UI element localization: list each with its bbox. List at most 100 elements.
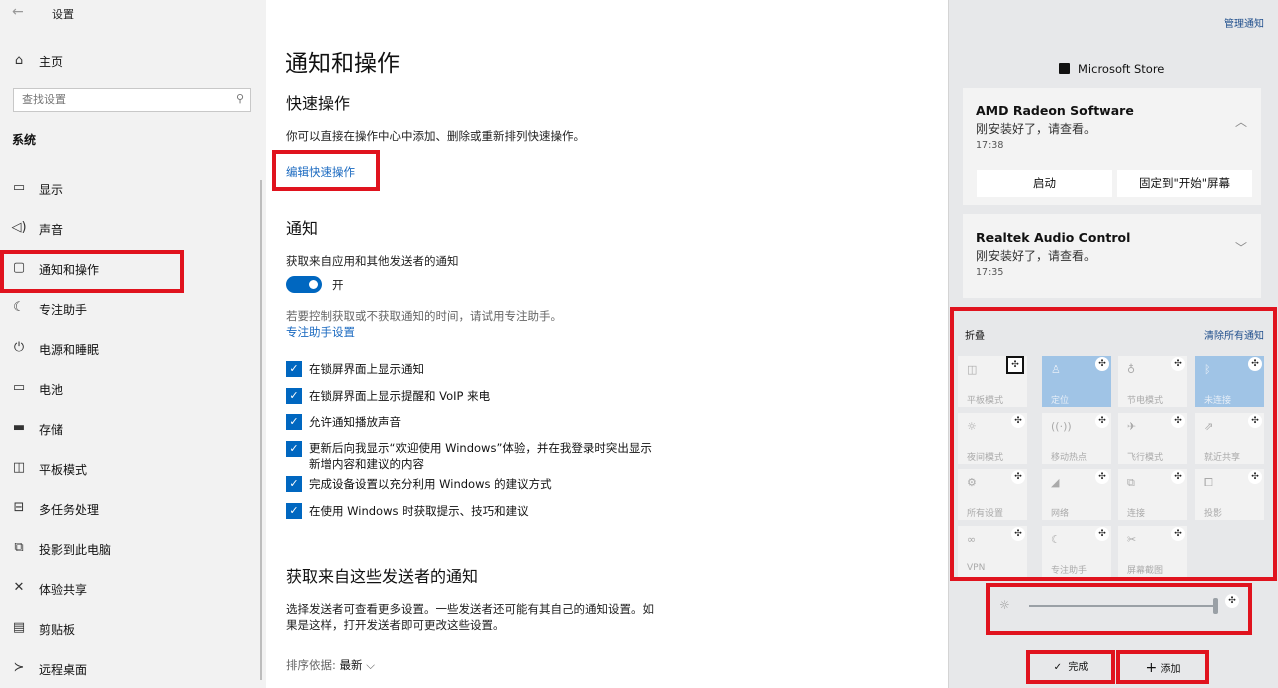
- notification-card-realtek[interactable]: Realtek Audio Control 刚安装好了，请查看。 17:35 ﹀: [963, 214, 1261, 298]
- unpin-icon[interactable]: ✣: [1248, 357, 1262, 371]
- tile-location[interactable]: ♙ 定位 ✣: [1042, 356, 1111, 407]
- tile-project[interactable]: ⧠ 投影 ✣: [1195, 469, 1264, 520]
- card-time: 17:35: [976, 267, 1004, 278]
- search-input[interactable]: [22, 93, 222, 106]
- add-button[interactable]: + 添加: [1121, 656, 1205, 680]
- toggle-state-label: 开: [332, 278, 344, 292]
- pin-to-start-button[interactable]: 固定到"开始"屏幕: [1117, 170, 1252, 197]
- unpin-icon[interactable]: ✣: [1095, 414, 1109, 428]
- tile-bluetooth[interactable]: ᛒ 未连接 ✣: [1195, 356, 1264, 407]
- sidebar-item-share[interactable]: ✕ 体验共享: [0, 568, 260, 608]
- checkbox-reminders[interactable]: ✓: [286, 388, 302, 404]
- tile-network[interactable]: ◢ 网络 ✣: [1042, 469, 1111, 520]
- action-center: 管理通知 Microsoft Store AMD Radeon Software…: [948, 0, 1278, 688]
- sidebar-item-label: 平板模式: [39, 463, 88, 477]
- tile-all-settings[interactable]: ⚙ 所有设置 ✣: [958, 469, 1027, 520]
- tile-focus-assist[interactable]: ☾ 专注助手 ✣: [1042, 526, 1111, 577]
- tile-label: 未连接: [1204, 396, 1232, 406]
- unpin-icon[interactable]: ✣: [1171, 527, 1185, 541]
- sidebar-item-project[interactable]: ⧉ 投影到此电脑: [0, 528, 260, 568]
- tile-battery-saver[interactable]: ♁ 节电模式 ✣: [1118, 356, 1187, 407]
- unpin-icon[interactable]: ✣: [1171, 470, 1185, 484]
- tile-vpn[interactable]: ∞ VPN ✣: [958, 526, 1027, 577]
- notifications-toggle[interactable]: [286, 276, 322, 293]
- tile-hotspot[interactable]: ((·)) 移动热点 ✣: [1042, 413, 1111, 464]
- tile-airplane-mode[interactable]: ✈ 飞行模式 ✣: [1118, 413, 1187, 464]
- sidebar-item-storage[interactable]: ▬ 存储: [0, 408, 260, 448]
- connect-icon: ⧉: [1127, 476, 1135, 489]
- store-icon: [1059, 63, 1070, 74]
- home-icon: ⌂: [14, 53, 24, 68]
- hotspot-icon: ((·)): [1051, 420, 1072, 433]
- checkbox-setup[interactable]: ✓: [286, 476, 302, 492]
- launch-button[interactable]: 启动: [977, 170, 1112, 197]
- unpin-icon[interactable]: ✣: [1095, 357, 1109, 371]
- sidebar-item-tablet[interactable]: ◫ 平板模式: [0, 448, 260, 488]
- unpin-icon[interactable]: ✣: [1171, 357, 1185, 371]
- focus-hint: 若要控制获取或不获取通知的时间，请试用专注助手。: [286, 309, 562, 323]
- done-button[interactable]: ✓ 完成: [1035, 656, 1107, 680]
- search-icon[interactable]: ⚲: [236, 92, 244, 105]
- unpin-icon[interactable]: ✣: [1248, 470, 1262, 484]
- tile-screenshot[interactable]: ✂ 屏幕截图 ✣: [1118, 526, 1187, 577]
- unpin-icon[interactable]: ✣: [1006, 356, 1024, 374]
- sidebar-item-battery[interactable]: ▭ 电池: [0, 368, 260, 408]
- multitask-icon: ⊟: [13, 500, 25, 515]
- search-box[interactable]: ⚲: [13, 88, 251, 112]
- slider-track[interactable]: [1029, 605, 1217, 607]
- unpin-icon[interactable]: ✣: [1011, 470, 1025, 484]
- checkbox-tips[interactable]: ✓: [286, 503, 302, 519]
- collapse-link[interactable]: 折叠: [965, 327, 985, 342]
- sidebar-item-notifications[interactable]: ▢ 通知和操作: [0, 248, 260, 288]
- manage-notifications-link[interactable]: 管理通知: [1224, 15, 1264, 30]
- title-bar: ← 设置: [0, 0, 266, 28]
- checkbox-lock-screen[interactable]: ✓: [286, 361, 302, 377]
- edit-quick-actions-link[interactable]: 编辑快速操作: [286, 164, 355, 180]
- tile-connect[interactable]: ⧉ 连接 ✣: [1118, 469, 1187, 520]
- chevron-up-icon[interactable]: ︿: [1235, 113, 1247, 130]
- tile-night-light[interactable]: ☼ 夜间模式 ✣: [958, 413, 1027, 464]
- tile-label: 移动热点: [1051, 453, 1088, 463]
- unpin-icon[interactable]: ✣: [1225, 594, 1239, 608]
- sidebar-item-label: 多任务处理: [39, 503, 100, 517]
- sidebar-item-display[interactable]: ▭ 显示: [0, 168, 260, 208]
- nav-home[interactable]: ⌂ 主页: [0, 48, 266, 74]
- plus-icon: +: [1145, 660, 1158, 676]
- notifications-heading: 通知: [286, 219, 319, 238]
- sidebar-item-power[interactable]: ⏻ 电源和睡眠: [0, 328, 260, 368]
- unpin-icon[interactable]: ✣: [1011, 527, 1025, 541]
- unpin-icon[interactable]: ✣: [1011, 414, 1025, 428]
- chevron-down-icon: ⌵: [366, 658, 375, 672]
- tile-nearby-share[interactable]: ⇗ 就近共享 ✣: [1195, 413, 1264, 464]
- slider-thumb[interactable]: [1213, 598, 1218, 614]
- sidebar-scrollbar[interactable]: [260, 180, 262, 680]
- checkbox-sound[interactable]: ✓: [286, 414, 302, 430]
- sidebar-item-remote[interactable]: ≻ 远程桌面: [0, 648, 260, 688]
- tile-label: VPN: [967, 563, 986, 573]
- focus-assist-link[interactable]: 专注助手设置: [286, 324, 355, 340]
- sidebar-item-multitask[interactable]: ⊟ 多任务处理: [0, 488, 260, 528]
- card-time: 17:38: [976, 140, 1004, 151]
- sidebar-item-clipboard[interactable]: ▤ 剪贴板: [0, 608, 260, 648]
- unpin-icon[interactable]: ✣: [1095, 470, 1109, 484]
- clear-all-link[interactable]: 清除所有通知: [1204, 327, 1264, 342]
- settings-sidebar: ← 设置 ⌂ 主页 ⚲ 系统 ▭ 显示 ◁) 声音 ▢ 通知和操作 ☾ 专注助手…: [0, 0, 266, 688]
- checkbox-welcome[interactable]: ✓: [286, 441, 302, 457]
- unpin-icon[interactable]: ✣: [1171, 414, 1185, 428]
- card-subtitle: 刚安装好了，请查看。: [976, 122, 1097, 136]
- unpin-icon[interactable]: ✣: [1248, 414, 1262, 428]
- tablet-icon: ◫: [967, 363, 978, 376]
- checkbox-label: 在锁屏界面上显示提醒和 VoIP 来电: [309, 389, 491, 403]
- tile-tablet-mode[interactable]: ◫ 平板模式 ✣: [958, 356, 1027, 407]
- sidebar-item-sound[interactable]: ◁) 声音: [0, 208, 260, 248]
- back-arrow-icon[interactable]: ←: [12, 4, 24, 20]
- unpin-icon[interactable]: ✣: [1095, 527, 1109, 541]
- tile-label: 定位: [1051, 396, 1070, 406]
- sort-dropdown[interactable]: 排序依据: 最新 ⌵: [286, 657, 375, 673]
- sidebar-item-label: 电池: [39, 383, 64, 397]
- chevron-down-icon[interactable]: ﹀: [1235, 239, 1247, 256]
- brightness-slider[interactable]: ☼ ✣: [989, 590, 1247, 620]
- remote-icon: ≻: [13, 660, 25, 675]
- sidebar-item-focus[interactable]: ☾ 专注助手: [0, 288, 260, 328]
- power-icon: ⏻: [13, 340, 25, 355]
